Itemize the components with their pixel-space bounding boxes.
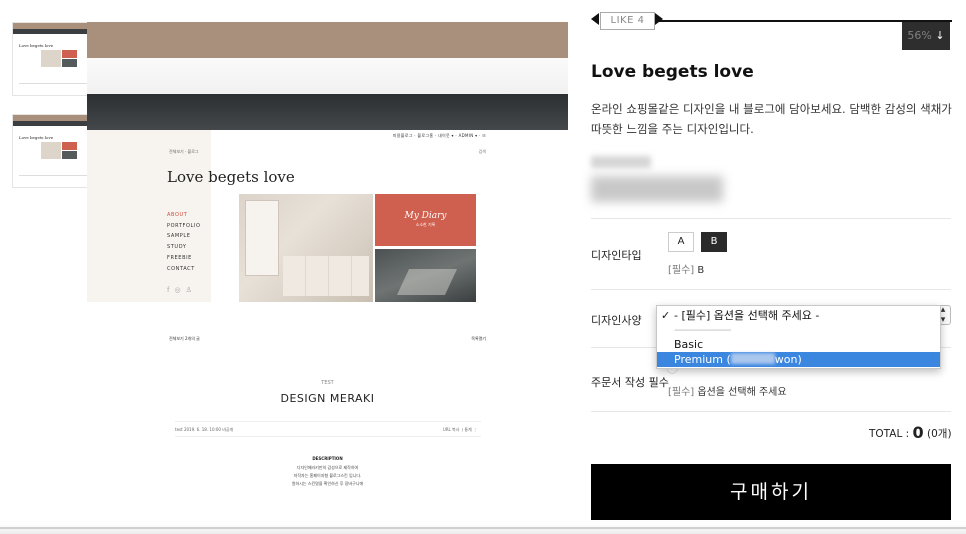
bottom-edge xyxy=(0,524,966,534)
total-value: 0 xyxy=(912,423,924,442)
dropdown-option-label: Premium ( xyxy=(674,353,731,366)
preview-menu: ABOUT PORTFOLIO SAMPLE STUDY FREEBIE CON… xyxy=(167,210,201,274)
preview-list-toggle: 목록열기 xyxy=(471,336,486,341)
buy-button[interactable]: 구매하기 xyxy=(591,464,951,520)
preview-social-icons: f◎♙ xyxy=(167,286,197,294)
preview-post-title: DESIGN MERAKI xyxy=(280,392,375,405)
like-count: 4 xyxy=(637,15,645,26)
arrow-down-icon: ↓ xyxy=(935,29,945,42)
preview-search-label: 검색 xyxy=(478,149,486,154)
dropdown-option-label-suffix: won) xyxy=(774,353,802,366)
preview-desc-line: 저작자는 홈페이지형 블로그스킨 입니다. xyxy=(293,473,362,478)
preview-blog-page: 미용블로그 · 블로그홈 · 내이웃 ▾ · ADMIN ▾ · ☷ 전체보기 … xyxy=(87,130,568,502)
thumb-dark-band xyxy=(13,121,91,126)
thumbnail-2[interactable]: Love begets love xyxy=(12,114,92,188)
preview-room-photo xyxy=(239,194,373,302)
price-redacted xyxy=(591,176,723,202)
preview-diary-sub: 소소한 기록 xyxy=(415,222,436,227)
like-arrow-left-icon xyxy=(591,13,599,25)
divider xyxy=(591,218,951,219)
design-type-a-button[interactable]: A xyxy=(668,232,694,252)
product-page: Love begets love Love begets love 미용블로그 … xyxy=(0,0,966,534)
preview-blog-title: Love begets love xyxy=(167,168,295,186)
thumb-divider xyxy=(19,83,87,84)
preview-diary-title: My Diary xyxy=(404,211,447,221)
like-label: LIKE xyxy=(610,15,634,26)
total-label: TOTAL : xyxy=(869,428,910,440)
like-arrow-right-icon xyxy=(655,13,663,25)
divider xyxy=(591,289,951,290)
product-preview-image: 미용블로그 · 블로그홈 · 내이웃 ▾ · ADMIN ▾ · ☷ 전체보기 … xyxy=(87,22,568,502)
thumb-image xyxy=(62,142,77,150)
preview-desc-line: 원하시는 스킨명을 확인하신 후 장바구니에 xyxy=(291,481,364,486)
thumb-dark-band xyxy=(13,29,91,34)
preview-menu-item: ABOUT xyxy=(167,212,188,218)
preview-dark-band xyxy=(87,94,568,130)
preview-desc-heading: DESCRIPTION xyxy=(312,456,343,461)
thumb-image xyxy=(62,59,77,67)
product-title: Love begets love xyxy=(591,62,754,82)
thumb-image xyxy=(41,50,61,67)
preview-menu-item: SAMPLE xyxy=(167,233,191,240)
required-tag: [필수] xyxy=(668,265,695,276)
design-type-label: 디자인타입 xyxy=(591,249,642,262)
product-description: 온라인 쇼핑몰같은 디자인을 내 블로그에 담아보세요. 담백한 감성의 색채가… xyxy=(591,102,952,136)
thumb-divider xyxy=(19,175,87,176)
zoom-value: 56% xyxy=(907,29,932,42)
total-summary: TOTAL : 0 (0개) xyxy=(869,423,952,442)
preview-window xyxy=(245,200,279,276)
preview-post-meta-left: test 2019. 6. 18. 10:00 비공개 xyxy=(175,427,234,432)
user-icon: ♙ xyxy=(185,286,197,294)
thumb-image xyxy=(41,142,61,159)
dropdown-option-label: - [필수] 옵션을 선택해 주세요 - xyxy=(674,309,820,322)
zoom-indicator[interactable]: 56% ↓ xyxy=(902,22,950,50)
design-type-selected-value: B xyxy=(697,265,705,276)
total-count: (0개) xyxy=(927,428,952,440)
preview-breadcrumb: 전체보기 · 블로그 xyxy=(169,149,199,154)
preview-post-meta: test 2019. 6. 18. 10:00 비공개 URL 복사 ㅣ통계 ⋮ xyxy=(175,421,481,437)
dropdown-option-premium[interactable]: Premium ( won) xyxy=(657,352,940,367)
design-type-b-button[interactable]: B xyxy=(701,232,727,252)
thumb-image xyxy=(62,151,77,159)
thumb-title: Love begets love xyxy=(19,135,54,140)
thumb-title: Love begets love xyxy=(19,43,54,48)
required-tag: [필수] xyxy=(668,387,695,398)
order-note-hint: [필수] 옵션을 선택해 주세요 xyxy=(668,383,787,398)
order-note-label: 주문서 작성 필수 xyxy=(591,376,669,389)
dropdown-separator: ------------------- xyxy=(674,323,731,336)
preview-diary-banner: My Diary 소소한 기록 xyxy=(375,194,476,246)
preview-floor-photo xyxy=(375,249,476,302)
preview-header-band xyxy=(87,22,568,58)
preview-topnav: 미용블로그 · 블로그홈 · 내이웃 ▾ · ADMIN ▾ · ☷ xyxy=(392,133,486,138)
preview-post-meta-right: URL 복사 ㅣ통계 ⋮ xyxy=(442,427,477,432)
checkmark-icon: ✓ xyxy=(661,309,671,322)
price-redacted-small xyxy=(591,156,651,168)
preview-light-beam xyxy=(396,269,458,295)
preview-desc: 디자인메라키만의 감성으로 제작하여 저작자는 홈페이지형 블로그스킨 입니다.… xyxy=(87,464,568,488)
preview-menu-item: CONTACT xyxy=(167,265,195,272)
order-note-hint-text: 옵션을 선택해 주세요 xyxy=(697,387,787,398)
dropdown-option-basic[interactable]: Basic xyxy=(657,337,940,352)
design-type-selected-note: [필수] B xyxy=(668,261,704,276)
dropdown-option-placeholder[interactable]: ✓ - [필수] 옵션을 선택해 주세요 - xyxy=(657,308,940,323)
preview-menu-item: FREEBIE xyxy=(167,254,192,261)
design-spec-label: 디자인사양 xyxy=(591,314,642,327)
preview-post-category: TEST xyxy=(321,380,334,386)
preview-menu-item: STUDY xyxy=(167,244,187,251)
preview-wainscot xyxy=(283,256,369,296)
design-spec-dropdown[interactable]: ✓ - [필수] 옵션을 선택해 주세요 - -----------------… xyxy=(656,305,941,369)
like-button[interactable]: LIKE 4 xyxy=(600,12,655,30)
bottom-edge-line xyxy=(0,527,966,529)
preview-desc-line: 디자인메라키만의 감성으로 제작하여 xyxy=(296,465,359,470)
preview-menu-item: PORTFOLIO xyxy=(167,222,201,229)
thumb-image xyxy=(62,50,77,58)
instagram-icon: ◎ xyxy=(174,286,186,294)
price-redacted xyxy=(730,353,775,364)
thumbnail-1[interactable]: Love begets love xyxy=(12,22,92,96)
preview-list-head: 전체보기 2개의 글 xyxy=(169,336,200,341)
divider xyxy=(591,411,951,412)
